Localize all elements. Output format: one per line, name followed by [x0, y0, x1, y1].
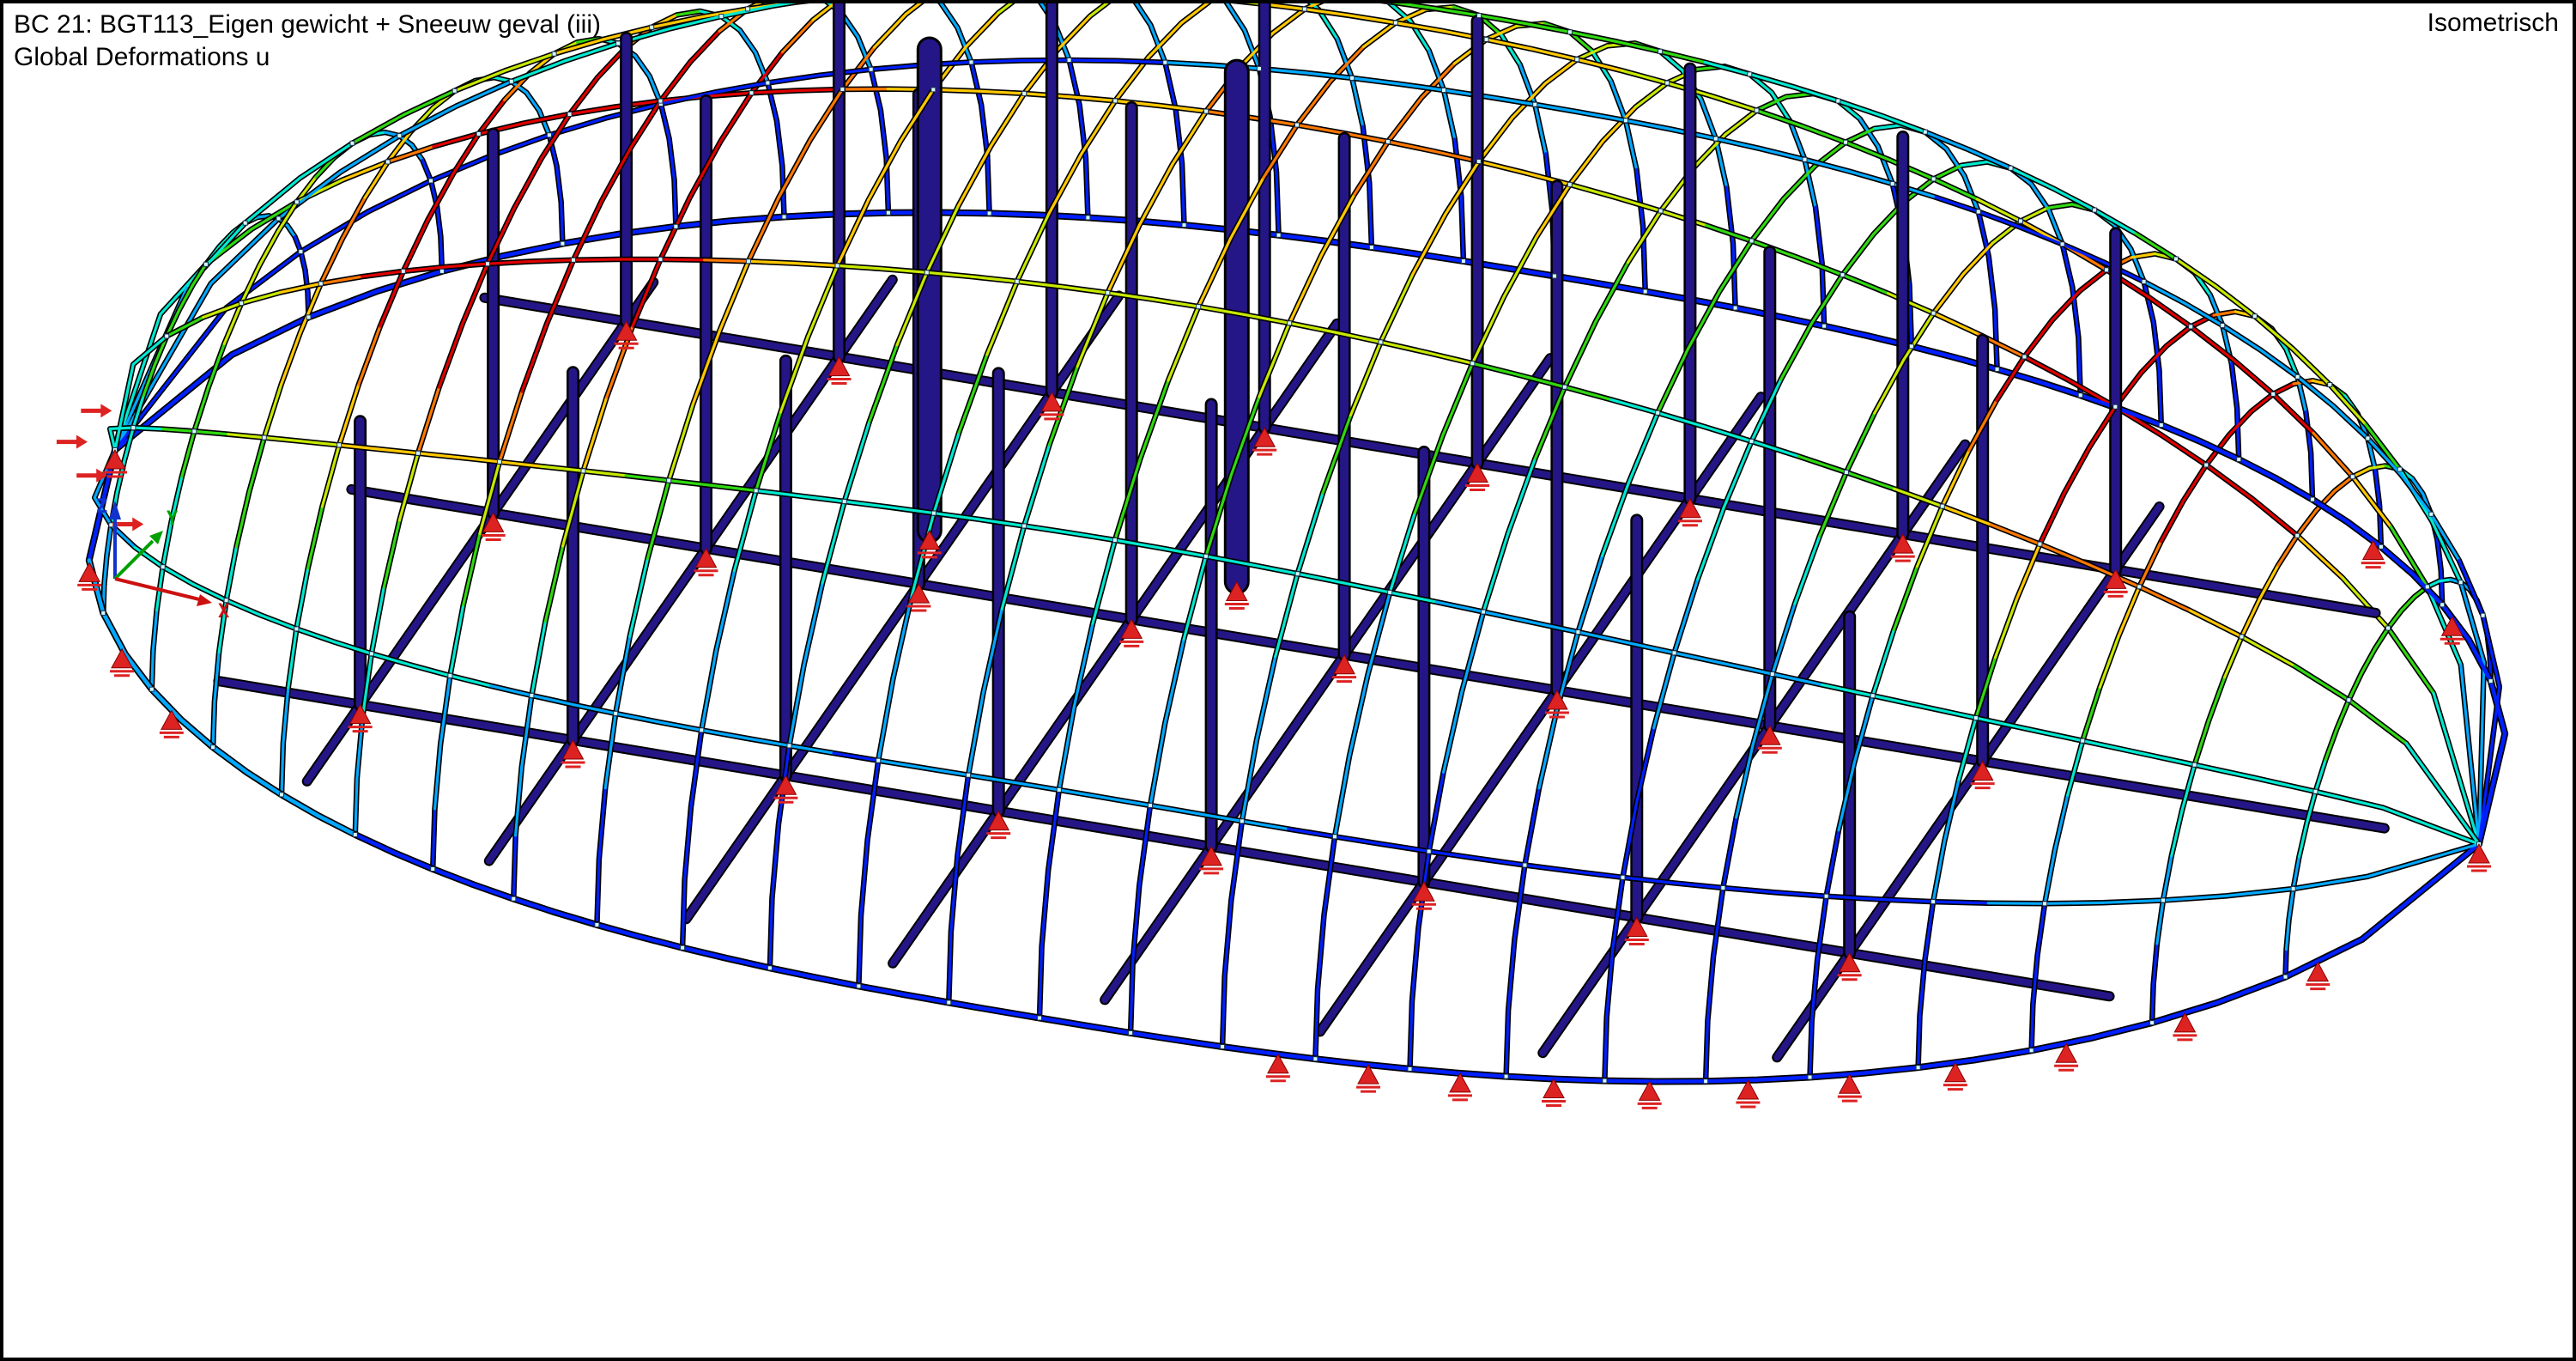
- graphics-viewport[interactable]: BC 21: BGT113_Eigen gewicht + Sneeuw gev…: [0, 0, 2576, 1361]
- y-axis-label: Y: [167, 508, 179, 530]
- x-axis-label: X: [218, 601, 229, 623]
- z-axis-label: Z: [96, 496, 107, 518]
- structure-model-canvas[interactable]: [3, 3, 2576, 1361]
- title-line1: BC 21: BGT113_Eigen gewicht + Sneeuw gev…: [14, 9, 601, 41]
- z-axis-arrowhead: [109, 501, 121, 519]
- y-axis-arrow: [115, 541, 153, 579]
- x-axis-arrowhead: [197, 594, 212, 606]
- axis-triad: Z Y X: [72, 471, 270, 639]
- x-axis-arrow: [115, 579, 199, 599]
- title-line2: Global Deformations u: [14, 41, 601, 74]
- load-case-title: BC 21: BGT113_Eigen gewicht + Sneeuw gev…: [14, 9, 601, 73]
- view-orientation-label: Isometrisch: [2428, 9, 2559, 38]
